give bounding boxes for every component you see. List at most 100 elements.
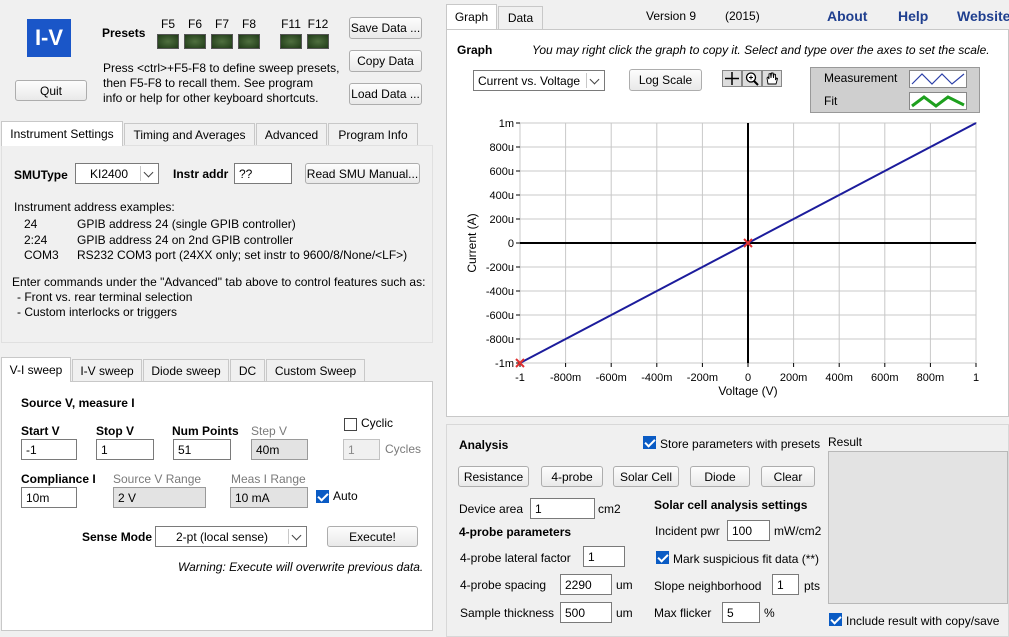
device-area-unit: cm2 <box>598 502 621 516</box>
stop-v-label: Stop V <box>96 424 134 438</box>
advanced-bullet-2: - Custom interlocks or triggers <box>17 305 178 319</box>
chevron-down-icon <box>288 529 304 544</box>
x-tick-label-8: 600m <box>871 372 899 384</box>
example-desc-3: RS232 COM3 port (24XX only; set instr to… <box>77 248 408 262</box>
help-link[interactable]: Help <box>898 8 928 24</box>
pan-hand-icon[interactable] <box>762 70 782 87</box>
store-params-checkbox[interactable] <box>643 436 656 449</box>
preset-key-f12: F12 <box>307 17 329 31</box>
advanced-bullet-1: - Front vs. rear terminal selection <box>17 290 193 304</box>
store-params-label: Store parameters with presets <box>660 437 821 451</box>
start-v-input[interactable]: -1 <box>21 439 77 460</box>
device-area-input[interactable]: 1 <box>530 498 595 519</box>
example-addr-2: 2:24 <box>24 233 48 247</box>
slope-neighborhood-unit: pts <box>804 579 821 593</box>
result-box[interactable] <box>828 451 1008 604</box>
smu-type-value: KI2400 <box>90 166 129 181</box>
max-flicker-input[interactable]: 5 <box>722 602 760 623</box>
tab-custom-sweep[interactable]: Custom Sweep <box>266 359 365 381</box>
example-desc-2: GPIB address 24 on 2nd GPIB controller <box>77 233 294 247</box>
quit-button[interactable]: Quit <box>15 80 87 101</box>
preset-led-f7[interactable] <box>211 34 233 49</box>
instr-addr-input[interactable]: ?? <box>234 163 292 184</box>
sense-mode-value: 2-pt (local sense) <box>176 529 269 544</box>
app-logo: I-V <box>27 19 71 57</box>
x-tick-label-3: -400m <box>641 372 672 384</box>
tab-program-info[interactable]: Program Info <box>328 123 418 145</box>
tab-diode-sweep[interactable]: Diode sweep <box>143 359 229 381</box>
about-link[interactable]: About <box>827 8 867 24</box>
preset-led-f11[interactable] <box>280 34 302 49</box>
graph-hint: You may right click the graph to copy it… <box>532 43 990 57</box>
read-smu-manual-button[interactable]: Read SMU Manual... <box>305 163 420 184</box>
address-examples-title: Instrument address examples: <box>14 200 175 214</box>
compliance-input[interactable]: 10m <box>21 487 77 508</box>
advanced-note: Enter commands under the "Advanced" tab … <box>12 275 426 289</box>
tab-graph[interactable]: Graph <box>446 4 497 29</box>
legend-swatch-measurement <box>909 70 967 88</box>
auto-range-checkbox[interactable] <box>316 490 329 503</box>
x-tick-label-5: 0 <box>745 372 751 384</box>
include-result-checkbox[interactable] <box>829 613 842 626</box>
tab-instrument-settings[interactable]: Instrument Settings <box>1 121 123 146</box>
tab-vi-sweep[interactable]: V-I sweep <box>1 357 71 382</box>
legend-label-fit: Fit <box>824 94 838 108</box>
sense-mode-select[interactable]: 2-pt (local sense) <box>155 526 307 547</box>
slope-neighborhood-input[interactable]: 1 <box>772 574 799 595</box>
lateral-factor-input[interactable]: 1 <box>583 546 625 567</box>
four-probe-heading: 4-probe parameters <box>459 525 572 539</box>
zoom-icon[interactable] <box>742 70 762 87</box>
device-area-label: Device area <box>459 502 524 516</box>
preset-key-f7: F7 <box>214 17 229 31</box>
tab-timing-averages[interactable]: Timing and Averages <box>124 123 255 145</box>
diode-button[interactable]: Diode <box>690 466 750 487</box>
y-tick-label-1: 800u <box>490 142 514 154</box>
graph-legend: Measurement Fit <box>810 67 980 113</box>
x-tick-label-4: -200m <box>687 372 718 384</box>
preset-led-f12[interactable] <box>307 34 329 49</box>
resistance-button[interactable]: Resistance <box>458 466 529 487</box>
log-scale-button[interactable]: Log Scale <box>629 69 702 91</box>
thickness-input[interactable]: 500 <box>560 602 612 623</box>
num-points-input[interactable]: 51 <box>173 439 231 460</box>
start-v-label: Start V <box>21 424 60 438</box>
tab-iv-sweep[interactable]: I-V sweep <box>72 359 142 381</box>
x-tick-label-7: 400m <box>825 372 853 384</box>
cycles-input[interactable]: 1 <box>343 439 380 460</box>
load-data-button[interactable]: Load Data ... <box>349 83 422 105</box>
spacing-input[interactable]: 2290 <box>560 574 612 595</box>
year-label: (2015) <box>725 9 760 23</box>
graph-mode-select[interactable]: Current vs. Voltage <box>473 70 605 91</box>
cyclic-checkbox[interactable] <box>344 418 357 431</box>
version-label: Version 9 <box>646 9 697 23</box>
preset-led-f8[interactable] <box>238 34 260 49</box>
save-data-button[interactable]: Save Data ... <box>349 17 422 39</box>
copy-data-button[interactable]: Copy Data <box>349 50 422 72</box>
iv-chart[interactable]: -1 -800m -600m -400m -200m 0 200m 400m 600m 800m 1… <box>455 110 1005 410</box>
smu-type-select[interactable]: KI2400 <box>75 163 159 184</box>
tab-advanced[interactable]: Advanced <box>256 123 327 145</box>
stop-v-input[interactable]: 1 <box>96 439 154 460</box>
crosshair-icon[interactable] <box>722 70 742 87</box>
solar-heading: Solar cell analysis settings <box>654 498 808 512</box>
graph-label: Graph <box>457 43 493 57</box>
four-probe-button[interactable]: 4-probe <box>541 466 603 487</box>
preset-led-f5[interactable] <box>157 34 179 49</box>
website-link[interactable]: Website <box>957 8 1009 24</box>
preset-led-f6[interactable] <box>184 34 206 49</box>
meas-range-value: 10 mA <box>230 487 308 508</box>
incident-pwr-input[interactable]: 100 <box>727 520 770 541</box>
solar-cell-button[interactable]: Solar Cell <box>613 466 679 487</box>
preset-key-f6: F6 <box>187 17 202 31</box>
preset-key-f8: F8 <box>241 17 256 31</box>
execute-button[interactable]: Execute! <box>327 526 418 547</box>
tab-dc[interactable]: DC <box>230 359 265 381</box>
suspicious-fit-label: Mark suspicious fit data (**) <box>673 552 820 566</box>
legend-swatch-fit <box>909 92 967 110</box>
x-tick-label-2: -600m <box>596 372 627 384</box>
example-addr-1: 24 <box>24 217 38 231</box>
tab-data[interactable]: Data <box>498 6 543 29</box>
x-tick-label-10: 1 <box>973 372 979 384</box>
clear-button[interactable]: Clear <box>761 466 815 487</box>
suspicious-fit-checkbox[interactable] <box>656 551 669 564</box>
